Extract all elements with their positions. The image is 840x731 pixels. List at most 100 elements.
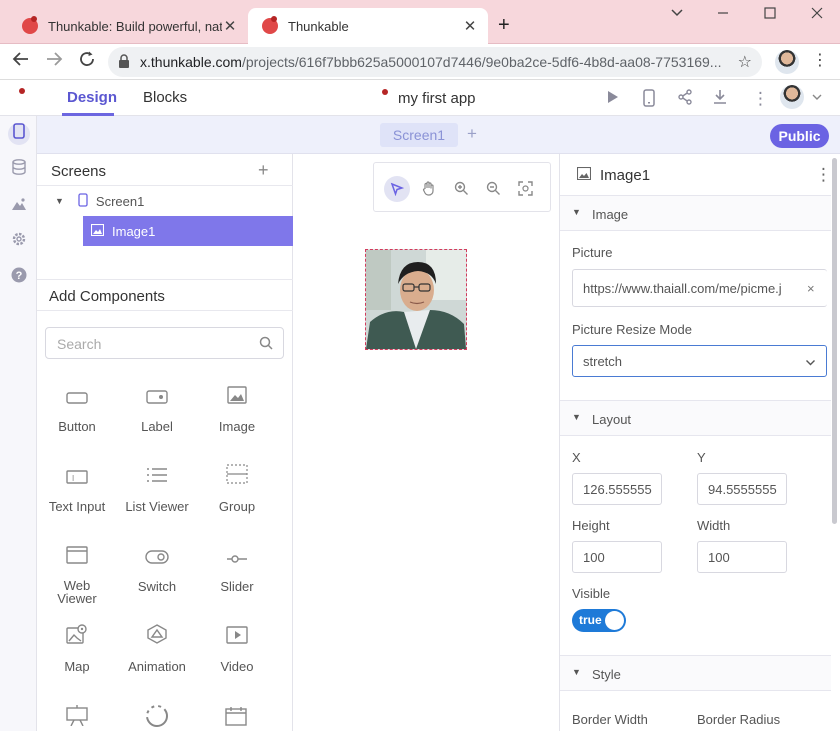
component-label: List Viewer	[125, 499, 189, 514]
chevron-down-icon	[805, 356, 816, 371]
calendar-icon[interactable]	[225, 706, 247, 731]
help-icon[interactable]: ?	[8, 267, 30, 289]
component-list-viewer[interactable]: List Viewer	[117, 463, 197, 514]
close-window-icon[interactable]	[810, 6, 824, 23]
new-tab-button[interactable]: +	[498, 14, 510, 37]
x-input[interactable]: 126.555555	[572, 473, 662, 505]
more-icon[interactable]: ⋮	[815, 165, 832, 185]
database-icon[interactable]	[8, 159, 30, 181]
animation-icon	[117, 623, 197, 653]
close-tab-icon[interactable]: ✕	[462, 17, 478, 35]
tab-design[interactable]: Design	[67, 89, 117, 106]
component-label: Text Input	[48, 499, 106, 514]
phone-preview-icon[interactable]	[642, 89, 656, 111]
loading-spinner-icon[interactable]	[145, 704, 169, 731]
tab-title: Thunkable	[288, 18, 349, 34]
bookmark-star-icon[interactable]: ☆	[738, 52, 752, 72]
video-icon	[197, 623, 277, 653]
caret-down-icon: ▼	[572, 667, 581, 677]
selected-component-name[interactable]: Image1	[600, 167, 650, 184]
component-search-input[interactable]: Search	[45, 327, 284, 359]
select-icon[interactable]	[384, 176, 410, 202]
component-video[interactable]: Video	[197, 623, 277, 674]
component-web-viewer[interactable]: Web Viewer	[37, 543, 117, 605]
browser-tab-thunkable-home[interactable]: Thunkable: Build powerful, native ✕	[8, 8, 248, 44]
section-title: Image	[592, 207, 629, 222]
visible-toggle[interactable]: true	[572, 609, 626, 632]
settings-icon[interactable]	[8, 231, 30, 253]
easel-icon[interactable]	[65, 704, 89, 731]
minimize-icon[interactable]	[716, 6, 730, 23]
tree-item-screen1[interactable]: ▼ Screen1	[55, 192, 144, 209]
height-label: Height	[572, 518, 610, 533]
browser-menu-icon[interactable]: ⋮	[812, 50, 828, 70]
component-slider[interactable]: Slider	[197, 543, 277, 594]
section-style[interactable]: ▼ Style	[560, 655, 831, 691]
back-icon[interactable]	[12, 50, 30, 73]
y-label: Y	[697, 450, 706, 465]
public-button[interactable]: Public	[770, 124, 829, 148]
more-icon[interactable]: ⋮	[752, 89, 769, 109]
component-label: Slider	[220, 579, 254, 594]
search-placeholder: Search	[57, 336, 102, 352]
tab-blocks[interactable]: Blocks	[143, 89, 187, 106]
forward-icon[interactable]	[45, 50, 63, 73]
thunkable-favicon-icon	[22, 16, 38, 34]
caret-down-icon: ▼	[572, 412, 581, 422]
svg-text:I: I	[72, 474, 74, 483]
zoom-in-icon[interactable]	[448, 176, 474, 202]
button-icon	[37, 383, 117, 413]
properties-scrollbar[interactable]	[832, 158, 837, 524]
share-icon[interactable]	[677, 89, 693, 109]
url-host: x.thunkable.com	[140, 54, 242, 70]
profile-avatar[interactable]	[775, 50, 799, 74]
slider-icon	[197, 543, 277, 573]
play-icon[interactable]	[606, 89, 620, 109]
clear-icon[interactable]: ×	[803, 281, 819, 296]
component-label-widget[interactable]: Label	[117, 383, 197, 434]
project-name[interactable]: my first app	[398, 90, 476, 107]
fit-icon[interactable]	[512, 176, 538, 202]
pan-icon[interactable]	[416, 176, 442, 202]
component-button[interactable]: Button	[37, 383, 117, 434]
height-input[interactable]: 100	[572, 541, 662, 573]
component-text-input[interactable]: I Text Input	[37, 463, 117, 514]
properties-panel: Image1 ⋮ ▼ Image Picture https://www.tha…	[559, 154, 840, 731]
design-canvas[interactable]	[293, 154, 559, 731]
width-input[interactable]: 100	[697, 541, 787, 573]
component-label: Animation	[128, 659, 186, 674]
visible-value: true	[579, 613, 602, 627]
resize-mode-select[interactable]: stretch	[572, 345, 827, 377]
component-map[interactable]: Map	[37, 623, 117, 674]
screen-tab-screen1[interactable]: Screen1	[380, 123, 458, 147]
add-screen-plus-button[interactable]: +	[258, 160, 269, 181]
y-input[interactable]: 94.5555555	[697, 473, 787, 505]
component-group[interactable]: Group	[197, 463, 277, 514]
phone-icon[interactable]	[8, 123, 30, 145]
maximize-icon[interactable]	[763, 6, 777, 23]
add-screen-button[interactable]: +	[467, 124, 477, 144]
assets-icon[interactable]	[8, 195, 30, 217]
component-switch[interactable]: Switch	[117, 543, 197, 594]
browser-tab-thunkable[interactable]: Thunkable ✕	[248, 8, 488, 44]
image-icon	[90, 223, 105, 239]
reload-icon[interactable]	[78, 50, 96, 73]
component-animation[interactable]: Animation	[117, 623, 197, 674]
section-image[interactable]: ▼ Image	[560, 195, 831, 231]
border-radius-label: Border Radius	[697, 712, 781, 727]
tree-item-image1[interactable]: Image1	[83, 216, 293, 246]
picture-url-value: https://www.thaiall.com/me/picme.j	[583, 281, 782, 296]
image1-preview[interactable]	[365, 249, 467, 350]
zoom-out-icon[interactable]	[480, 176, 506, 202]
user-avatar[interactable]	[780, 85, 804, 109]
chevron-down-icon[interactable]	[670, 6, 684, 23]
picture-url-input[interactable]: https://www.thaiall.com/me/picme.j	[572, 269, 827, 307]
close-tab-icon[interactable]: ✕	[222, 17, 238, 35]
caret-down-icon[interactable]: ▼	[55, 196, 64, 206]
component-image[interactable]: Image	[197, 383, 277, 434]
chevron-down-icon[interactable]	[811, 90, 823, 108]
section-layout[interactable]: ▼ Layout	[560, 400, 831, 436]
download-icon[interactable]	[712, 89, 728, 109]
list-viewer-icon	[117, 463, 197, 493]
address-bar[interactable]: x.thunkable.com/projects/616f7bbb625a500…	[108, 47, 762, 77]
